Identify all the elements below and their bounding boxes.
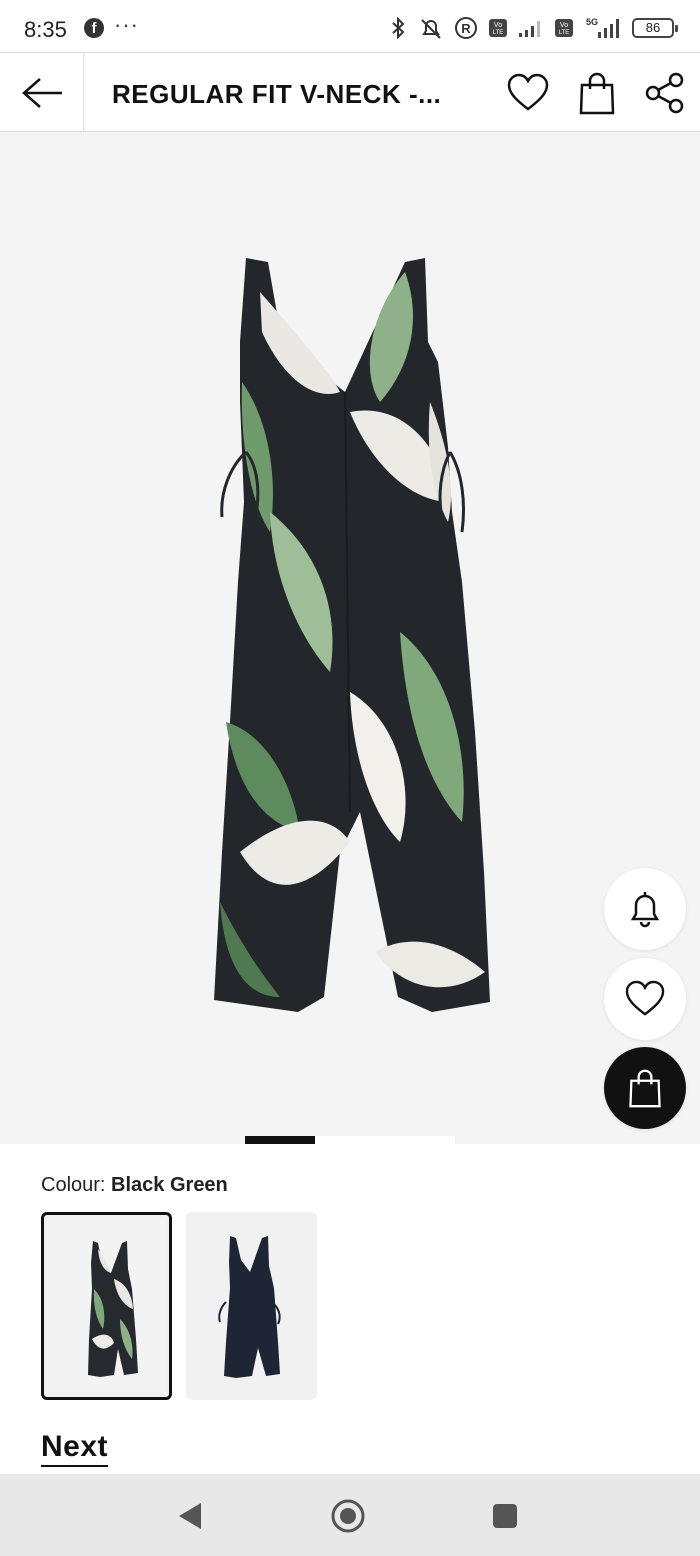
mute-icon <box>421 19 441 39</box>
swatch-image-black-green <box>88 1241 138 1377</box>
network-label: 5G <box>586 17 598 27</box>
swatch-image-navy <box>218 1236 281 1378</box>
status-icons: R Vo LTE Vo LTE 5G 86 <box>388 14 678 42</box>
nav-recents-button[interactable] <box>483 1494 527 1538</box>
back-triangle-icon <box>179 1503 201 1529</box>
back-arrow-icon <box>21 77 62 108</box>
status-time: 8:35 <box>24 17 67 42</box>
svg-text:R: R <box>461 21 471 36</box>
bag-button[interactable] <box>573 69 621 117</box>
status-bar: 8:35 f ··· R Vo LTE Vo LTE 5G 86 <box>0 0 700 52</box>
shopping-bag-icon <box>579 72 615 115</box>
wishlist-button[interactable] <box>504 69 552 117</box>
volte-icon: VoLTE <box>555 19 573 37</box>
bell-icon <box>630 892 660 928</box>
page-title: REGULAR FIT V-NECK -... <box>112 79 442 109</box>
recents-square-icon <box>493 1504 517 1528</box>
heart-icon <box>507 73 549 111</box>
add-to-bag-button[interactable] <box>604 1047 686 1129</box>
volte-icon: VoLTE <box>489 19 507 37</box>
svg-text:LTE: LTE <box>559 30 570 36</box>
signal-icon <box>519 21 540 37</box>
gallery-pager[interactable] <box>245 1136 455 1144</box>
nav-home-button[interactable] <box>326 1494 370 1538</box>
battery-icon: 86 <box>632 18 678 38</box>
home-circle-icon <box>331 1499 365 1533</box>
nav-back-button[interactable] <box>168 1494 212 1538</box>
app-header: REGULAR FIT V-NECK -... <box>0 52 700 132</box>
product-image[interactable] <box>200 252 510 1022</box>
svg-text:LTE: LTE <box>493 30 504 36</box>
svg-text:Vo: Vo <box>494 22 502 29</box>
back-button[interactable] <box>0 53 84 132</box>
pager-active-indicator <box>245 1136 315 1144</box>
colour-value: Black Green <box>111 1174 228 1196</box>
svg-text:Vo: Vo <box>560 22 568 29</box>
facebook-icon: f <box>84 18 104 38</box>
heart-icon <box>625 980 665 1016</box>
colour-swatch-navy[interactable] <box>186 1212 317 1400</box>
share-button[interactable] <box>641 69 689 117</box>
share-icon <box>645 72 684 114</box>
shopping-bag-icon <box>629 1069 661 1108</box>
registered-icon: R <box>455 17 477 39</box>
add-to-wishlist-button[interactable] <box>604 958 686 1040</box>
5g-signal-icon: 5G <box>586 17 619 38</box>
colour-swatch-black-green[interactable] <box>41 1212 172 1400</box>
system-nav-bar <box>0 1474 700 1556</box>
bluetooth-icon <box>392 16 405 40</box>
product-gallery[interactable] <box>0 132 700 1144</box>
colour-label-text: Colour: <box>41 1174 106 1196</box>
more-notifications-icon: ··· <box>114 12 139 37</box>
battery-level: 86 <box>645 20 661 35</box>
colour-label: Colour: Black Green <box>41 1174 228 1197</box>
notify-me-button[interactable] <box>604 868 686 950</box>
brand-link[interactable]: Next <box>41 1430 109 1467</box>
